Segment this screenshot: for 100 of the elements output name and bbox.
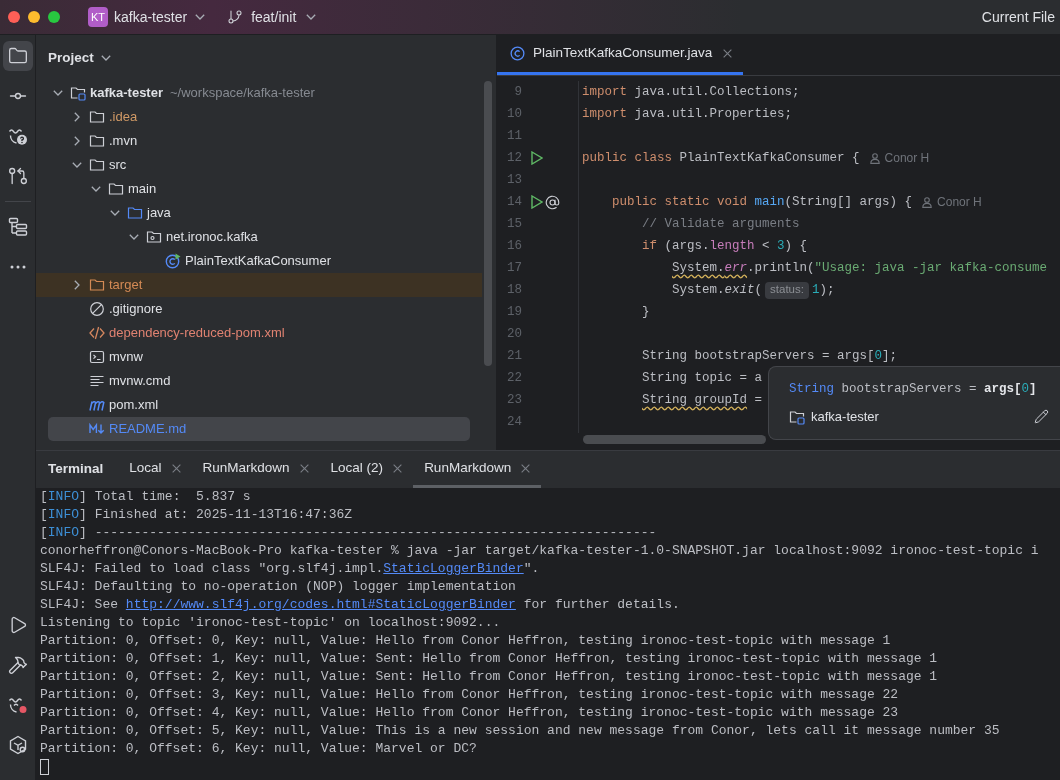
code-line: public class PlainTextKafkaConsumer { [582, 149, 860, 167]
tree-item[interactable]: .idea [36, 105, 482, 129]
line-number: 22 [506, 369, 522, 387]
chevron-down-icon [90, 186, 101, 192]
code-line: // Validate arguments [642, 215, 800, 233]
chevron-down-icon [306, 14, 317, 20]
tree-item[interactable]: mvnw.cmd [36, 369, 482, 393]
folder-icon [89, 157, 105, 173]
view-selector[interactable]: Project [48, 47, 111, 69]
close-icon [521, 463, 531, 473]
terminal-tab[interactable]: Local [118, 451, 192, 488]
terminal-line: Listening to topic 'ironoc-test-topic' on localhost:9092... [40, 614, 501, 632]
link[interactable]: http://www.slf4j.org/codes.html#StaticLoggerBinder [125, 597, 516, 612]
at-sign-icon[interactable] [545, 194, 560, 210]
chevron-down-icon [109, 210, 120, 216]
tree-item[interactable]: dependency-reduced-pom.xml [36, 321, 482, 345]
blocked-icon [89, 301, 105, 317]
terminal-line: Partition: 0, Offset: 5, Key: null, Value: This is a new session and new message from Conor, lets call it message number 35 [40, 722, 1000, 740]
terminal-tab[interactable]: RunMarkdown [191, 451, 320, 488]
line-number: 14 [506, 193, 522, 211]
terminal-icon [89, 349, 105, 365]
close-icon [723, 49, 733, 58]
code-line: 1); [811, 281, 835, 299]
close-icon [299, 463, 309, 473]
text-lines-icon [89, 373, 105, 389]
code-tag-icon [89, 325, 105, 341]
editor-tab[interactable]: PlainTextKafkaConsumer.java [497, 35, 744, 75]
tree-item[interactable]: main [36, 177, 482, 201]
line-number: 9 [513, 83, 522, 101]
tree-item[interactable]: pom.xml [36, 393, 482, 417]
code-line: System.err.println("Usage: java -jar kafka-consume [672, 259, 1048, 277]
more-icon [9, 265, 26, 269]
declaration-signature: String bootstrapServers = args[0] [789, 381, 1037, 399]
edit-button[interactable] [1034, 409, 1049, 425]
terminal-line: SLF4J: Failed to load class "org.slf4j.impl.StaticLoggerBinder". [40, 560, 540, 578]
terminal-line: Partition: 0, Offset: 2, Key: null, Value: Sent: Hello from Conor Heffron, testing ironoc-test-topic with message 1 [40, 668, 938, 686]
terminal-line: conorheffron@Conors-MacBook-Pro kafka-tester % java -jar target/kafka-tester-1.0-SNAPSHOT.jar localhost:9092 ironoc-test-topic i [40, 542, 1039, 560]
terminal-tab[interactable]: Local (2) [319, 451, 414, 488]
terminal-line: [INFO] Finished at: 2025-11-13T16:47:36Z [40, 506, 353, 524]
line-number: 19 [506, 303, 522, 321]
text-cursor-icon [40, 759, 49, 775]
link[interactable]: StaticLoggerBinder [383, 561, 524, 576]
code-line: String groupId = [642, 391, 763, 409]
tree-item[interactable]: src [36, 153, 482, 177]
run-icon[interactable] [531, 195, 543, 209]
problems-alert-icon [7, 695, 28, 715]
structure-icon [7, 217, 28, 237]
terminal-tab[interactable]: RunMarkdown [413, 451, 542, 488]
tree-item[interactable]: .gitignore [36, 297, 482, 321]
person-icon [869, 152, 880, 164]
horizontal-scrollbar[interactable] [583, 435, 766, 444]
workspace-badge: KT [88, 7, 108, 27]
code-line: String topic = a [642, 369, 763, 387]
run-icon[interactable] [531, 151, 543, 165]
run-configuration-selector[interactable]: Current File [981, 6, 1055, 28]
package-folder-icon [146, 229, 162, 245]
branch-selector[interactable]: feat/init [227, 6, 317, 28]
tree-item[interactable]: java [36, 201, 482, 225]
window-minimize-icon[interactable] [28, 11, 40, 23]
line-number: 10 [506, 105, 522, 123]
chevron-down-icon [71, 162, 82, 168]
branch-icon [227, 9, 244, 25]
author-hint: Conor H [937, 194, 982, 211]
terminal-line: Partition: 0, Offset: 6, Key: null, Value: Marvel or DC? [40, 740, 477, 758]
tree-item[interactable]: kafka-tester ~/workspace/kafka-tester [36, 81, 482, 105]
tree-item[interactable]: PlainTextKafkaConsumer [36, 249, 482, 273]
line-number: 17 [506, 259, 522, 277]
line-number: 12 [506, 149, 522, 167]
problems-icon [7, 126, 28, 146]
terminal-line: Partition: 0, Offset: 4, Key: null, Value: Hello from Conor Heffron, testing ironoc-test-topic with message 23 [40, 704, 899, 722]
tree-item[interactable]: .mvn [36, 129, 482, 153]
pencil-icon [1034, 409, 1049, 425]
terminal-line: SLF4J: Defaulting to no-operation (NOP) logger implementation [40, 578, 516, 596]
chevron-down-icon [52, 90, 63, 96]
pull-request-icon [7, 166, 28, 186]
parameter-hint: status: [765, 281, 809, 299]
line-number: 16 [506, 237, 522, 255]
folder-icon [89, 133, 105, 149]
code-line: if (args.length < 3) { [642, 237, 808, 255]
tree-item[interactable]: target [36, 273, 482, 297]
chevron-down-icon [195, 14, 206, 20]
tree-item[interactable]: mvnw [36, 345, 482, 369]
chevron-right-icon [73, 136, 80, 146]
close-icon [171, 463, 181, 473]
tree-item[interactable]: net.ironoc.kafka [36, 225, 482, 249]
code-line: String bootstrapServers = args[0]; [642, 347, 898, 365]
workspace-switcher[interactable]: KT kafka-tester [88, 6, 206, 28]
line-number: 13 [506, 171, 522, 189]
class-icon [510, 46, 525, 61]
line-number: 18 [506, 281, 522, 299]
hammer-icon [7, 655, 28, 675]
code-line: public static void main(String[] args) { [612, 193, 913, 211]
folder-icon [89, 109, 105, 125]
terminal-line: SLF4J: See http://www.slf4j.org/codes.html#StaticLoggerBinder for further details. [40, 596, 680, 614]
terminal-line: [INFO] ------------------------------------------------------------------------ [40, 524, 657, 542]
window-zoom-icon[interactable] [48, 11, 60, 23]
tool-window-button[interactable] [2, 41, 33, 71]
code-line: import java.util.Collections; [582, 83, 800, 101]
vertical-scrollbar[interactable] [484, 81, 492, 366]
window-close-icon[interactable] [8, 11, 20, 23]
